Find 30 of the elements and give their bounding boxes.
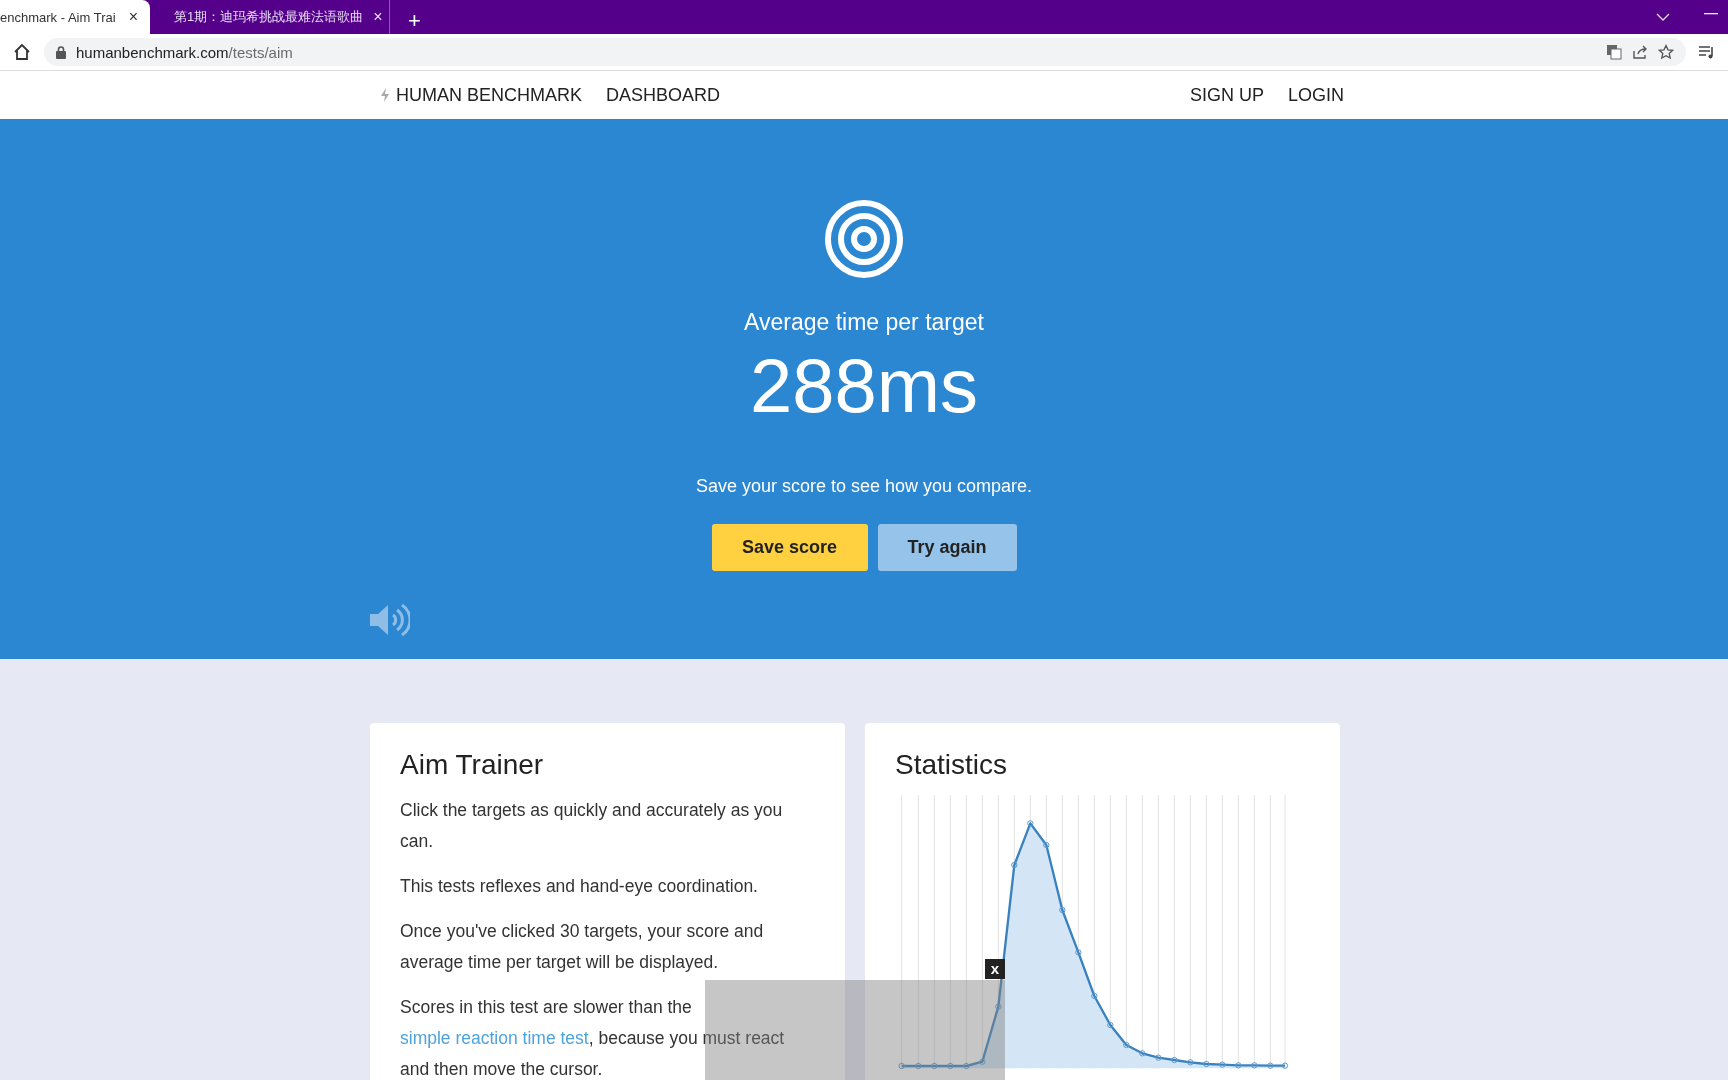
card-title: Aim Trainer [400, 749, 545, 781]
lock-icon [56, 45, 66, 59]
card-title: Statistics [895, 749, 1009, 781]
brand-link[interactable]: HUMAN BENCHMARK [380, 84, 582, 106]
media-playlist-icon[interactable] [1698, 44, 1716, 60]
target-icon [824, 199, 904, 279]
browser-tab[interactable]: enchmark - Aim Trai × [0, 0, 150, 34]
address-bar[interactable]: humanbenchmark.com/tests/aim [44, 38, 1686, 66]
try-again-button[interactable]: Try again [877, 524, 1017, 571]
nav-link[interactable]: SIGN UP [1189, 84, 1264, 106]
save-hint: Save your score to see how you compare. [695, 476, 1033, 497]
new-tab-button[interactable]: + [402, 8, 427, 34]
paragraph: Scores in this test are slower than the simple reaction time test, because you must react and then move the cursor. [400, 996, 786, 1080]
close-ad-button[interactable]: x [985, 959, 1005, 979]
lightning-bolt-icon [380, 88, 390, 102]
score-label: Average time per target [744, 309, 984, 336]
star-icon[interactable] [1658, 44, 1674, 60]
paragraph: Click the targets as quickly and accurately as you can. [400, 799, 784, 853]
minimize-icon[interactable] [1704, 12, 1718, 16]
share-icon[interactable] [1632, 44, 1648, 60]
home-icon[interactable] [12, 42, 32, 62]
close-tab-button[interactable]: × [373, 8, 383, 26]
chevron-down-icon[interactable] [1656, 12, 1670, 22]
score-value: 288ms [749, 348, 979, 424]
close-tab-button[interactable]: × [128, 8, 138, 26]
paragraph: This tests reflexes and hand-eye coordination. [400, 875, 759, 898]
nav-link[interactable]: LOGIN [1288, 84, 1344, 106]
save-score-button[interactable]: Save score [711, 524, 868, 571]
paragraph: Once you've clicked 30 targets, your score and average time per target will be displayed. [400, 920, 765, 974]
nav-link[interactable]: DASHBOARD [606, 84, 721, 106]
